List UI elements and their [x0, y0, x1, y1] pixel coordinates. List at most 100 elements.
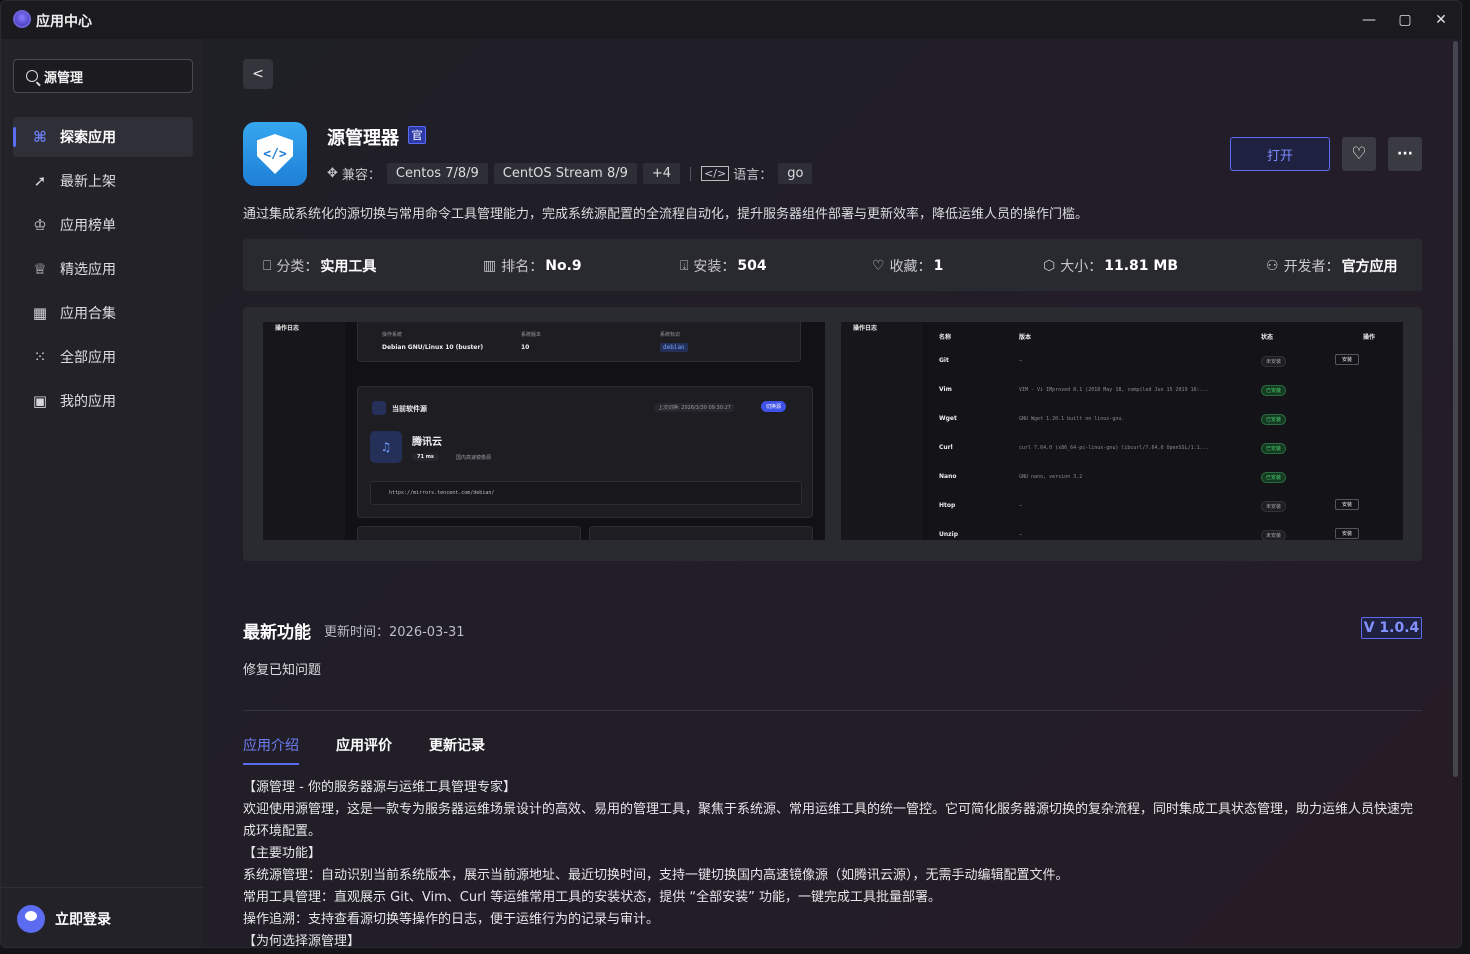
screenshot-tool-version: curl 7.64.0 (x86_64-pc-linux-gnu) libcur… [1019, 445, 1209, 451]
intro-paragraph: 系统源管理：自动识别当前系统版本，展示当前源地址、最近切换时间，支持一键切换国内… [243, 868, 1069, 883]
app-window: 应用中心 — ▢ ✕ 源管理 ⌘ 探索应用 ➚ 最新上架 ♔ 应用榜单 ♕ 精选 [0, 0, 1462, 948]
screenshot-tool-name: Curl [939, 444, 953, 451]
stat-value: 实用工具 [320, 259, 377, 275]
package-icon: ⬡ [1043, 258, 1056, 274]
window-title: 应用中心 [36, 14, 92, 30]
screenshot-tool-version: — [1019, 532, 1023, 538]
screenshot-os-value: Debian GNU/Linux 10 (buster) [382, 344, 484, 351]
screenshot-header: 版本 [1019, 334, 1032, 341]
trophy-icon: ♔ [33, 216, 47, 234]
sidebar-item-mine[interactable]: ▣ 我的应用 [13, 381, 193, 421]
screenshot-tool-version: GNU Wget 1.20.1 built on linux-gnu. [1019, 416, 1125, 422]
stat-category: ⎕ 分类： 实用工具 [263, 256, 376, 276]
screenshot-sidebar: 操作日志 [263, 322, 345, 540]
screenshot-tool-status: 已安装 [1261, 414, 1287, 425]
screenshot-mirror-desc: 国内高速镜像源 [456, 455, 492, 461]
screenshot-tool-status: 已安装 [1261, 472, 1287, 483]
screenshot-header: 状态 [1261, 334, 1274, 341]
search-icon [26, 70, 38, 82]
stat-label: 安装： [693, 259, 736, 275]
compat-more-tag[interactable]: +4 [642, 163, 681, 184]
login-label: 立即登录 [55, 911, 111, 928]
stat-rank: ▥ 排名： No.9 [483, 256, 582, 276]
sidebar: 源管理 ⌘ 探索应用 ➚ 最新上架 ♔ 应用榜单 ♕ 精选应用 ▦ 应用合集 ⁙… [1, 39, 203, 947]
tab-intro[interactable]: 应用介绍 [243, 735, 299, 765]
intro-paragraph: 【主要功能】 [243, 846, 322, 861]
screenshot-tool-name: Git [939, 357, 949, 364]
intro-text: 【源管理 - 你的服务器源与运维工具管理专家】 欢迎使用源管理，这是一款专为服务… [243, 777, 1423, 948]
crown-icon: ♕ [33, 260, 47, 278]
app-logo-icon [13, 10, 31, 28]
sidebar-item-all[interactable]: ⁙ 全部应用 [13, 337, 193, 377]
sidebar-item-label: 探索应用 [60, 130, 116, 146]
stat-favorites: ♡ 收藏： 1 [872, 256, 943, 276]
stat-label: 开发者： [1283, 259, 1340, 275]
sidebar-item-ranking[interactable]: ♔ 应用榜单 [13, 205, 193, 245]
screenshot-sidebar: 操作日志 [841, 322, 923, 540]
login-button[interactable]: 立即登录 [1, 887, 203, 947]
compat-tag: CentOS Stream 8/9 [493, 163, 637, 184]
screenshot-tool-status: 未安装 [1261, 356, 1287, 367]
intro-paragraph: 操作追溯：支持查看源切换等操作的日志，便于运维行为的记录与审计。 [243, 912, 660, 927]
open-button[interactable]: 打开 [1230, 137, 1330, 171]
maximize-button[interactable]: ▢ [1394, 9, 1416, 31]
explore-icon: ⌘ [33, 128, 47, 146]
screenshot-thumbnail[interactable]: 操作日志 名称 版本 状态 操作 Git — 未安装 安装 Vim VIM - … [841, 322, 1403, 540]
screenshot-mirror-url: https://mirrors.tencent.com/debian/ [389, 490, 495, 496]
sidebar-item-collections[interactable]: ▦ 应用合集 [13, 293, 193, 333]
screenshot-install-button: 安装 [1335, 354, 1360, 365]
screenshot-thumbnail[interactable]: 操作日志 操作系统 Debian GNU/Linux 10 (buster) 系… [263, 322, 825, 540]
screenshot-tool-status: 已安装 [1261, 385, 1287, 396]
scrollbar[interactable] [1453, 41, 1458, 777]
version-badge: V 1.0.4 [1361, 617, 1422, 639]
stat-value: 504 [737, 258, 767, 274]
app-description: 通过集成系统化的源切换与常用命令工具管理能力，完成系统源配置的全流程自动化，提升… [243, 207, 1089, 222]
screenshot-tool-version: VIM - Vi IMproved 8.1 (2018 May 18, comp… [1019, 387, 1209, 393]
screenshot-ver-value: 10 [521, 344, 530, 351]
screenshot-tool-name: Htop [939, 502, 956, 509]
features-body: 修复已知问题 [243, 663, 322, 678]
bookmark-icon: ⎕ [263, 258, 272, 274]
sidebar-item-new[interactable]: ➚ 最新上架 [13, 161, 193, 201]
more-icon: ··· [1397, 146, 1413, 162]
more-button[interactable]: ··· [1388, 137, 1422, 171]
search-value: 源管理 [44, 70, 84, 86]
search-input[interactable]: 源管理 [13, 59, 193, 93]
tab-changelog[interactable]: 更新记录 [429, 735, 485, 765]
sidebar-item-featured[interactable]: ♕ 精选应用 [13, 249, 193, 289]
intro-paragraph: 【为何选择源管理】 [243, 934, 361, 948]
screenshot-tool-name: Vim [939, 386, 952, 393]
chevron-left-icon: < [252, 66, 264, 82]
screenshot-os-label: 操作系统 [382, 332, 403, 338]
download-icon: ⍗ [680, 258, 689, 274]
intro-paragraph: 欢迎使用源管理，这是一款专为服务器运维场景设计的高效、易用的管理工具，聚焦于系统… [243, 802, 1414, 839]
heart-icon: ♡ [1351, 144, 1367, 164]
screenshot-header: 名称 [939, 334, 952, 341]
app-box-icon: ▣ [32, 392, 48, 410]
code-shield-icon: </> [257, 134, 293, 174]
favorite-button[interactable]: ♡ [1342, 137, 1376, 171]
screenshot-tool-status: 已安装 [1261, 443, 1287, 454]
screenshot-tools-table: 名称 版本 状态 操作 [927, 322, 1403, 540]
screenshot-tool-version: — [1019, 503, 1023, 509]
screenshot-install-button: 安装 [1335, 499, 1360, 510]
heart-icon: ♡ [872, 258, 885, 274]
screenshot-tool-version: — [1019, 358, 1023, 364]
screenshot-tool-name: Nano [939, 473, 957, 480]
compat-tag: Centos 7/8/9 [386, 163, 488, 184]
screenshot-tool-status: 未安装 [1261, 501, 1287, 512]
screenshot-bell-icon: ♫ [370, 431, 402, 463]
tab-reviews[interactable]: 应用评价 [336, 735, 392, 765]
screenshot-install-button: 安装 [1335, 528, 1360, 539]
compat-label: 兼容： [341, 168, 381, 183]
screenshot-ver-label: 系统版本 [521, 332, 542, 338]
screenshot-tool-name: Unzip [939, 531, 958, 538]
minimize-button[interactable]: — [1358, 9, 1380, 31]
back-button[interactable]: < [243, 59, 273, 89]
sidebar-item-explore[interactable]: ⌘ 探索应用 [13, 117, 193, 157]
close-button[interactable]: ✕ [1430, 9, 1452, 31]
app-icon: </> [243, 122, 307, 186]
screenshot-latency: 71 ms [412, 453, 439, 461]
stat-developer: ⚇ 开发者： 官方应用 [1266, 256, 1398, 276]
user-icon: ⚇ [1266, 258, 1279, 274]
